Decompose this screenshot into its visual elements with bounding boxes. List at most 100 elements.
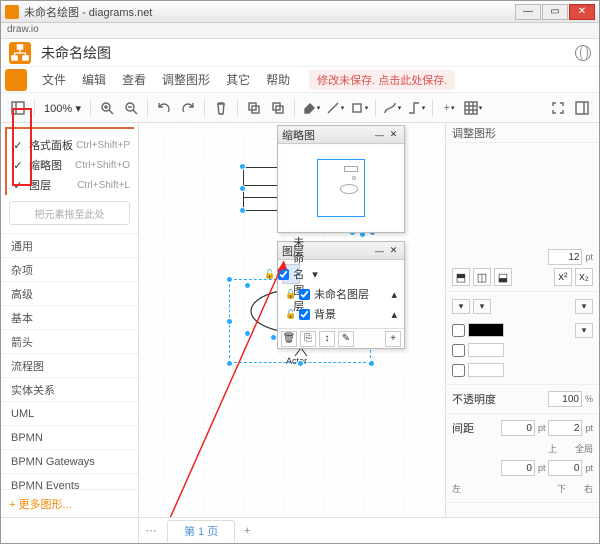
table-button[interactable]: ▾ xyxy=(462,97,484,119)
delete-button[interactable] xyxy=(210,97,232,119)
cat-misc[interactable]: 杂项 xyxy=(1,257,138,281)
layer-visible-checkbox[interactable] xyxy=(278,269,289,280)
toolbar: 100% ▾ ▾ ▾ ▾ ▾ ▾ +▾ ▾ xyxy=(1,93,599,123)
cat-arrows[interactable]: 箭头 xyxy=(1,329,138,353)
layer-move-button[interactable]: ↕ xyxy=(319,331,335,347)
document-title[interactable]: 未命名绘图 xyxy=(41,43,111,63)
outline-view[interactable] xyxy=(281,147,401,229)
cat-advanced[interactable]: 高级 xyxy=(1,281,138,305)
outline-title: 缩略图 xyxy=(282,127,315,143)
share-globe-icon[interactable] xyxy=(575,45,591,61)
close-button[interactable]: ✕ xyxy=(569,4,595,20)
chevron-down-icon[interactable]: ▾ xyxy=(312,268,318,281)
superscript-button[interactable]: x² xyxy=(554,268,572,286)
align-mid-button[interactable]: ◫ xyxy=(473,268,491,286)
cat-basic[interactable]: 基本 xyxy=(1,305,138,329)
shadow-button[interactable]: ▾ xyxy=(348,97,370,119)
cat-flowchart[interactable]: 流程图 xyxy=(1,353,138,377)
layer-delete-button[interactable]: 🗑 xyxy=(281,331,297,347)
sidebar-toggle-button[interactable] xyxy=(7,97,29,119)
unsaved-warning[interactable]: 修改未保存. 点击此处保存. xyxy=(309,70,455,90)
lock-icon[interactable]: 🔓 xyxy=(285,309,295,320)
lock-icon[interactable]: 🔓 xyxy=(285,289,295,300)
shape-drop-hint[interactable]: 把元素拖至此处 xyxy=(9,201,130,225)
view-submenu: ✓格式面板Ctrl+Shift+P ✓缩略图Ctrl+Shift+O ✓图层Ct… xyxy=(5,127,134,195)
page-menu-button[interactable]: ⋯ xyxy=(139,524,163,537)
shape-categories: 通用 杂项 高级 基本 箭头 流程图 实体关系 UML BPMN BPMN Ga… xyxy=(1,233,138,489)
sp-global-input[interactable] xyxy=(548,420,582,436)
menu-help[interactable]: 帮助 xyxy=(259,68,297,91)
fill-color-button[interactable]: ▾ xyxy=(300,97,322,119)
layers-panel[interactable]: 图层—✕ 🔓未命名图层▾ 🔓未命名图层▴ 🔓背景▴ 🗑 ⎘ ↕ ✎ + xyxy=(277,241,405,349)
h-pos-select[interactable]: ▾ xyxy=(452,299,470,314)
v-pos-select[interactable]: ▾ xyxy=(473,299,491,314)
chevron-up-icon[interactable]: ▴ xyxy=(391,308,397,321)
view-outline[interactable]: ✓缩略图Ctrl+Shift+O xyxy=(11,155,130,175)
format-panel-toggle[interactable] xyxy=(571,97,593,119)
line-color-button[interactable]: ▾ xyxy=(324,97,346,119)
font-size-input[interactable] xyxy=(548,249,582,265)
sp-top-input[interactable] xyxy=(501,420,535,436)
menu-edit[interactable]: 编辑 xyxy=(75,68,113,91)
sp-bottom-input[interactable] xyxy=(548,460,582,476)
menu-extras[interactable]: 其它 xyxy=(219,68,257,91)
layers-close-button[interactable]: ✕ xyxy=(387,244,400,257)
outline-panel[interactable]: 缩略图 —✕ xyxy=(277,125,405,233)
drawio-logo-icon xyxy=(9,42,31,64)
font-checkbox[interactable] xyxy=(452,324,465,337)
zoom-out-button[interactable] xyxy=(120,97,142,119)
bg-checkbox[interactable] xyxy=(452,344,465,357)
view-layers[interactable]: ✓图层Ctrl+Shift+L xyxy=(11,175,130,195)
to-back-button[interactable] xyxy=(267,97,289,119)
undo-button[interactable] xyxy=(153,97,175,119)
minimize-button[interactable]: — xyxy=(515,4,541,20)
app-icon xyxy=(5,5,19,19)
more-shapes-link[interactable]: + 更多图形... xyxy=(1,489,138,517)
fullscreen-button[interactable] xyxy=(547,97,569,119)
font-color-swatch[interactable] xyxy=(468,323,504,337)
outline-close-button[interactable]: ✕ xyxy=(387,128,400,141)
align-bot-button[interactable]: ⬓ xyxy=(494,268,512,286)
dir-select[interactable]: ▾ xyxy=(575,299,593,314)
format-tab[interactable]: 调整图形 xyxy=(446,123,599,143)
outline-min-button[interactable]: — xyxy=(373,128,386,141)
layer-visible-checkbox[interactable] xyxy=(299,309,310,320)
border-color-swatch[interactable] xyxy=(468,363,504,377)
layer-visible-checkbox[interactable] xyxy=(299,289,310,300)
layer-add-button[interactable]: + xyxy=(385,331,401,347)
chevron-up-icon[interactable]: ▴ xyxy=(391,288,397,301)
page-tab[interactable]: 第 1 页 xyxy=(167,520,235,542)
maximize-button[interactable]: ▭ xyxy=(542,4,568,20)
cat-general[interactable]: 通用 xyxy=(1,233,138,257)
to-front-button[interactable] xyxy=(243,97,265,119)
logo-small-icon xyxy=(5,69,27,91)
layer-row[interactable]: 🔓未命名图层▾ xyxy=(282,264,300,284)
add-page-button[interactable]: + xyxy=(235,525,259,537)
view-format-panel[interactable]: ✓格式面板Ctrl+Shift+P xyxy=(11,135,130,155)
cat-er[interactable]: 实体关系 xyxy=(1,377,138,401)
layers-min-button[interactable]: — xyxy=(373,244,386,257)
layer-edit-button[interactable]: ✎ xyxy=(338,331,354,347)
align-top-button[interactable]: ⬒ xyxy=(452,268,470,286)
connection-button[interactable]: ▾ xyxy=(381,97,403,119)
zoom-in-button[interactable] xyxy=(96,97,118,119)
bg-color-swatch[interactable] xyxy=(468,343,504,357)
menu-arrange[interactable]: 调整图形 xyxy=(155,68,217,91)
menu-file[interactable]: 文件 xyxy=(35,68,73,91)
cat-bpmn-gw[interactable]: BPMN Gateways xyxy=(1,449,138,473)
cat-uml[interactable]: UML xyxy=(1,401,138,425)
opacity-input[interactable] xyxy=(548,391,582,407)
font-color-reset[interactable]: ▾ xyxy=(575,323,593,338)
cat-bpmn[interactable]: BPMN xyxy=(1,425,138,449)
lock-icon[interactable]: 🔓 xyxy=(264,269,274,280)
zoom-dropdown[interactable]: 100% ▾ xyxy=(40,101,85,115)
waypoints-button[interactable]: ▾ xyxy=(405,97,427,119)
sp-left-input[interactable] xyxy=(501,460,535,476)
menu-view[interactable]: 查看 xyxy=(115,68,153,91)
subscript-button[interactable]: x₂ xyxy=(575,268,593,286)
insert-button[interactable]: +▾ xyxy=(438,97,460,119)
border-checkbox[interactable] xyxy=(452,364,465,377)
layer-copy-button[interactable]: ⎘ xyxy=(300,331,316,347)
redo-button[interactable] xyxy=(177,97,199,119)
cat-bpmn-ev[interactable]: BPMN Events xyxy=(1,473,138,489)
